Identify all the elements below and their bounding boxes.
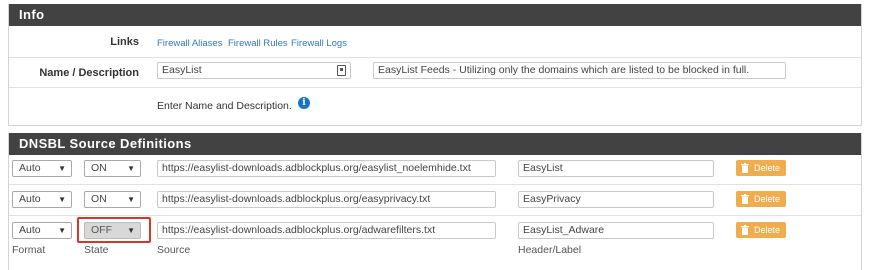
source-row: Auto ▼ OFF ▼ https://easylist-downloads.ad… <box>9 216 861 270</box>
caret-down-icon: ▼ <box>127 226 135 235</box>
format-value: Auto <box>19 193 41 205</box>
source-row: Auto ▼ ON ▼ https://easylist-downloads.adb… <box>9 185 861 216</box>
format-select[interactable]: Auto ▼ <box>12 222 72 239</box>
help-text: Enter Name and Description. <box>157 100 292 112</box>
name-input[interactable]: EasyList <box>157 62 351 79</box>
header-label-input[interactable]: EasyPrivacy <box>518 191 714 208</box>
format-select[interactable]: Auto ▼ <box>12 160 72 177</box>
firewall-rules-link[interactable]: Firewall Rules <box>228 38 288 49</box>
format-select[interactable]: Auto ▼ <box>12 191 72 208</box>
state-value: ON <box>91 193 107 205</box>
info-panel-header: Info <box>9 4 861 26</box>
dnsbl-panel-header: DNSBL Source Definitions <box>9 133 861 155</box>
caret-down-icon: ▼ <box>58 195 66 204</box>
trash-icon <box>741 194 749 204</box>
trash-icon <box>741 225 749 235</box>
state-select[interactable]: OFF ▼ <box>84 222 141 239</box>
source-row: Auto ▼ ON ▼ https://easylist-downloads.adb… <box>9 155 861 185</box>
dnsbl-source-definitions-panel: DNSBL Source Definitions Auto ▼ ON ▼ https… <box>8 133 862 270</box>
caret-down-icon: ▼ <box>127 164 135 173</box>
firewall-logs-link[interactable]: Firewall Logs <box>291 38 347 49</box>
firewall-aliases-link[interactable]: Firewall Aliases <box>157 38 222 49</box>
delete-button[interactable]: Delete <box>736 160 786 176</box>
trash-icon <box>741 163 749 173</box>
delete-button[interactable]: Delete <box>736 191 786 207</box>
name-description-row: Name / Description EasyList EasyList Fee… <box>9 58 861 88</box>
state-value: ON <box>91 162 107 174</box>
source-url-input[interactable]: https://easylist-downloads.adblockplus.o… <box>157 191 496 208</box>
name-input-value: EasyList <box>162 64 202 76</box>
source-url-input[interactable]: https://easylist-downloads.adblockplus.o… <box>157 160 496 177</box>
info-circle-icon[interactable]: i <box>298 97 310 109</box>
caret-down-icon: ▼ <box>127 195 135 204</box>
source-column-label: Source <box>157 244 191 256</box>
delete-button[interactable]: Delete <box>736 222 786 238</box>
delete-label: Delete <box>754 194 781 204</box>
info-panel: Info Links Firewall Aliases Firewall Rul… <box>8 4 862 126</box>
source-url-input[interactable]: https://easylist-downloads.adblockplus.o… <box>157 222 496 239</box>
keyboard-icon <box>337 65 346 76</box>
state-value: OFF <box>91 224 112 236</box>
caret-down-icon: ▼ <box>58 226 66 235</box>
format-column-label: Format <box>12 244 46 256</box>
name-description-label: Name / Description <box>39 67 139 79</box>
state-select[interactable]: ON ▼ <box>84 191 141 208</box>
help-row: Enter Name and Description. i <box>9 88 861 126</box>
header-label-input[interactable]: EasyList_Adware <box>518 222 714 239</box>
header-label-input[interactable]: EasyList <box>518 160 714 177</box>
description-input[interactable]: EasyList Feeds - Utilizing only the doma… <box>373 62 786 79</box>
state-select[interactable]: ON ▼ <box>84 160 141 177</box>
state-column-label: State <box>84 244 109 256</box>
format-value: Auto <box>19 224 41 236</box>
links-row: Links Firewall Aliases Firewall Rules Fi… <box>9 26 861 58</box>
delete-label: Delete <box>754 225 781 235</box>
links-label: Links <box>110 36 139 48</box>
caret-down-icon: ▼ <box>58 164 66 173</box>
delete-label: Delete <box>754 163 781 173</box>
header-label-column-label: Header/Label <box>518 244 582 256</box>
format-value: Auto <box>19 162 41 174</box>
